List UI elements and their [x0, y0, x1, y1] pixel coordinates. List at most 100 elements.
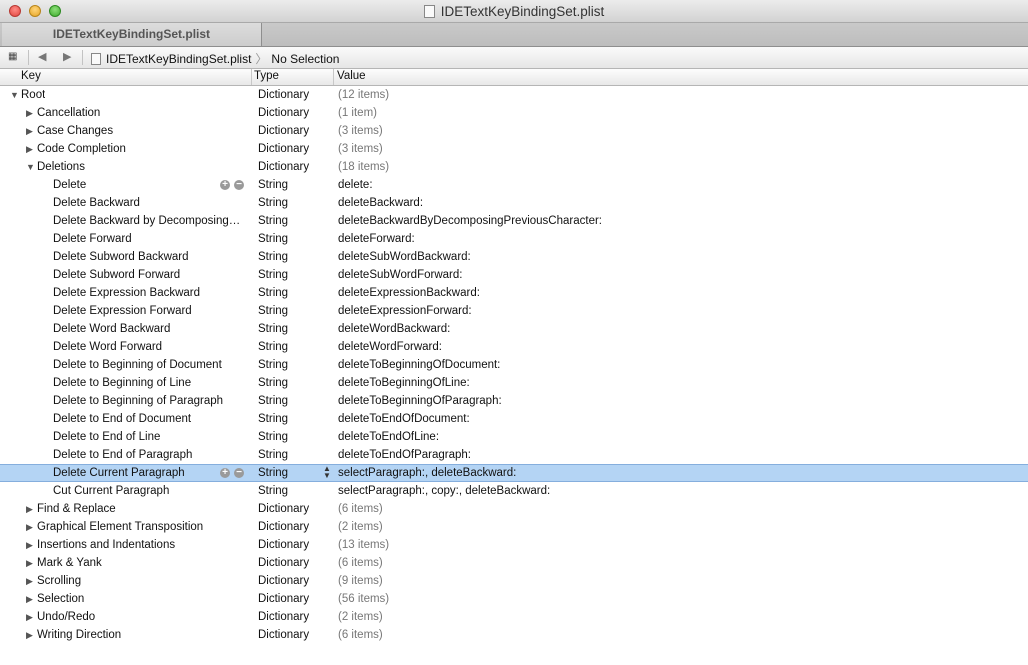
- row-type[interactable]: String: [258, 176, 288, 194]
- table-row[interactable]: ▶ Find & Replace Dictionary (6 items): [0, 500, 1028, 518]
- row-type[interactable]: Dictionary: [258, 500, 309, 518]
- table-row[interactable]: Delete Subword Forward String deleteSubWor…: [0, 266, 1028, 284]
- column-header-key[interactable]: Key: [21, 70, 41, 82]
- row-type[interactable]: String: [258, 302, 288, 320]
- row-key[interactable]: Delete to End of Line: [53, 428, 160, 446]
- row-value[interactable]: deleteExpressionForward:: [338, 302, 472, 320]
- table-row[interactable]: Delete to End of Document String deleteToE…: [0, 410, 1028, 428]
- row-type[interactable]: Dictionary: [258, 608, 309, 626]
- type-popup-arrows-icon[interactable]: ▲ ▼: [323, 465, 331, 480]
- row-key[interactable]: Deletions: [37, 158, 85, 176]
- row-value[interactable]: deleteToEndOfParagraph:: [338, 446, 471, 464]
- row-value[interactable]: (6 items): [338, 554, 383, 572]
- row-value[interactable]: (3 items): [338, 122, 383, 140]
- table-row[interactable]: Delete Backward String deleteBackward:: [0, 194, 1028, 212]
- row-type[interactable]: String: [258, 266, 288, 284]
- row-key[interactable]: Delete to Beginning of Paragraph: [53, 392, 223, 410]
- row-type[interactable]: Dictionary: [258, 140, 309, 158]
- row-key[interactable]: Delete to End of Document: [53, 410, 191, 428]
- back-arrow-icon[interactable]: ◀: [38, 50, 46, 63]
- row-value[interactable]: (2 items): [338, 518, 383, 536]
- table-row[interactable]: ▶ Scrolling Dictionary (9 items): [0, 572, 1028, 590]
- row-key[interactable]: Scrolling: [37, 572, 81, 590]
- row-value[interactable]: deleteExpressionBackward:: [338, 284, 480, 302]
- table-row[interactable]: Cut Current Paragraph String selectParagra…: [0, 482, 1028, 500]
- row-type[interactable]: String: [258, 338, 288, 356]
- breadcrumb-selection[interactable]: No Selection: [271, 52, 339, 66]
- row-key[interactable]: Delete Backward: [53, 194, 140, 212]
- row-type[interactable]: Dictionary: [258, 158, 309, 176]
- row-value[interactable]: (6 items): [338, 626, 383, 644]
- row-value[interactable]: selectParagraph:, deleteBackward:: [338, 465, 516, 481]
- row-key[interactable]: Case Changes: [37, 122, 113, 140]
- row-key[interactable]: Delete Backward by Decomposing…: [53, 212, 240, 230]
- column-header-value[interactable]: Value: [337, 70, 366, 82]
- row-key[interactable]: Writing Direction: [37, 626, 121, 644]
- row-key[interactable]: Delete Forward: [53, 230, 132, 248]
- row-type[interactable]: String: [258, 482, 288, 500]
- row-value[interactable]: deleteToBeginningOfParagraph:: [338, 392, 502, 410]
- add-item-icon[interactable]: +: [220, 180, 230, 190]
- disclosure-collapsed-icon[interactable]: ▶: [26, 536, 33, 554]
- table-row[interactable]: ▶ Cancellation Dictionary (1 item): [0, 104, 1028, 122]
- row-key[interactable]: Selection: [37, 590, 84, 608]
- row-key[interactable]: Delete Current Paragraph: [53, 465, 185, 481]
- row-value[interactable]: deleteToBeginningOfDocument:: [338, 356, 500, 374]
- table-row[interactable]: Delete to Beginning of Line String deleteT…: [0, 374, 1028, 392]
- row-type[interactable]: String: [258, 230, 288, 248]
- table-row[interactable]: Delete Expression Backward String deleteEx…: [0, 284, 1028, 302]
- row-type[interactable]: String: [258, 428, 288, 446]
- row-key[interactable]: Delete Expression Forward: [53, 302, 192, 320]
- table-row[interactable]: ▼ Deletions Dictionary (18 items): [0, 158, 1028, 176]
- row-value[interactable]: deleteForward:: [338, 230, 415, 248]
- table-row[interactable]: Delete Forward String deleteForward:: [0, 230, 1028, 248]
- row-key[interactable]: Cut Current Paragraph: [53, 482, 169, 500]
- row-type[interactable]: String: [258, 410, 288, 428]
- row-value[interactable]: (2 items): [338, 608, 383, 626]
- table-row[interactable]: Delete Subword Backward String deleteSubWo…: [0, 248, 1028, 266]
- row-key[interactable]: Insertions and Indentations: [37, 536, 175, 554]
- table-row[interactable]: ▶ Graphical Element Transposition Dictiona…: [0, 518, 1028, 536]
- row-type[interactable]: Dictionary: [258, 590, 309, 608]
- row-key[interactable]: Delete to Beginning of Line: [53, 374, 191, 392]
- disclosure-collapsed-icon[interactable]: ▶: [26, 104, 33, 122]
- column-divider[interactable]: [333, 69, 334, 85]
- table-row[interactable]: ▶ Insertions and Indentations Dictionary (1…: [0, 536, 1028, 554]
- row-type[interactable]: String: [258, 320, 288, 338]
- related-items-icon[interactable]: ▦: [8, 52, 20, 62]
- row-value[interactable]: (6 items): [338, 500, 383, 518]
- disclosure-expanded-icon[interactable]: ▼: [10, 86, 19, 104]
- row-key[interactable]: Delete to Beginning of Document: [53, 356, 222, 374]
- row-key[interactable]: Delete Word Backward: [53, 320, 170, 338]
- table-row[interactable]: ▼ Root Dictionary (12 items): [0, 86, 1028, 104]
- disclosure-collapsed-icon[interactable]: ▶: [26, 122, 33, 140]
- row-value[interactable]: deleteWordForward:: [338, 338, 442, 356]
- row-value[interactable]: deleteWordBackward:: [338, 320, 450, 338]
- row-type[interactable]: String: [258, 356, 288, 374]
- table-row[interactable]: Delete Backward by Decomposing… String del…: [0, 212, 1028, 230]
- table-row[interactable]: Delete Word Backward String deleteWordBack…: [0, 320, 1028, 338]
- remove-item-icon[interactable]: −: [234, 180, 244, 190]
- row-key[interactable]: Delete Subword Backward: [53, 248, 189, 266]
- table-row[interactable]: Delete Word Forward String deleteWordForwa…: [0, 338, 1028, 356]
- table-row[interactable]: ▶ Selection Dictionary (56 items): [0, 590, 1028, 608]
- row-value[interactable]: (18 items): [338, 158, 389, 176]
- row-type[interactable]: String: [258, 392, 288, 410]
- breadcrumb-file[interactable]: IDETextKeyBindingSet.plist: [106, 52, 251, 66]
- disclosure-collapsed-icon[interactable]: ▶: [26, 140, 33, 158]
- row-type[interactable]: Dictionary: [258, 104, 309, 122]
- row-key[interactable]: Graphical Element Transposition: [37, 518, 203, 536]
- table-row[interactable]: Delete Expression Forward String deleteExp…: [0, 302, 1028, 320]
- row-key[interactable]: Delete Expression Backward: [53, 284, 200, 302]
- row-value[interactable]: (1 item): [338, 104, 377, 122]
- row-value[interactable]: (13 items): [338, 536, 389, 554]
- row-type[interactable]: Dictionary: [258, 536, 309, 554]
- forward-arrow-icon[interactable]: ▶: [63, 50, 71, 63]
- row-value[interactable]: deleteSubWordForward:: [338, 266, 462, 284]
- row-key[interactable]: Delete to End of Paragraph: [53, 446, 192, 464]
- table-row[interactable]: Delete to Beginning of Document String del…: [0, 356, 1028, 374]
- disclosure-collapsed-icon[interactable]: ▶: [26, 500, 33, 518]
- row-type[interactable]: Dictionary: [258, 572, 309, 590]
- row-key[interactable]: Delete Subword Forward: [53, 266, 180, 284]
- row-value[interactable]: deleteToBeginningOfLine:: [338, 374, 470, 392]
